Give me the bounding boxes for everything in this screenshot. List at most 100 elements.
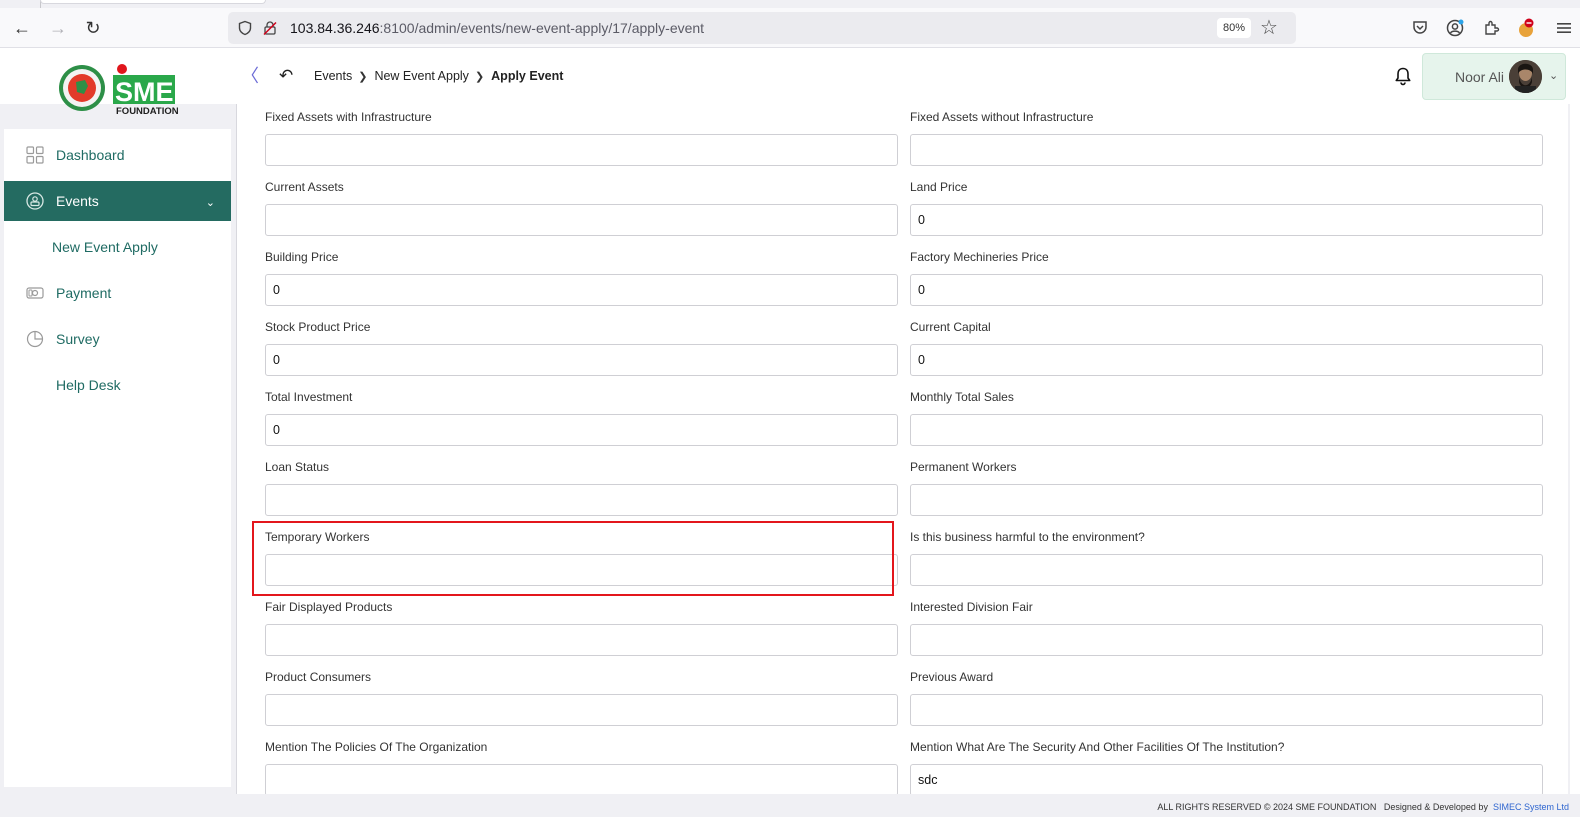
main-content: Fixed Assets with Infrastructure Fixed As… [236,104,1568,794]
footer: ALL RIGHTS RESERVED © 2024 SME FOUNDATIO… [0,794,1580,817]
bookmark-star-icon[interactable]: ☆ [1260,17,1278,39]
zoom-level-badge[interactable]: 80% [1217,18,1252,38]
field-input[interactable] [910,484,1543,516]
reload-icon[interactable]: ↻ [80,16,106,40]
field-input[interactable] [265,624,898,656]
field-input[interactable] [910,764,1543,794]
field-label: Current Capital [910,320,991,334]
sidebar-item-dashboard[interactable]: Dashboard [4,135,231,175]
form-field: Land Price [910,180,1543,236]
sidebar-item-label: Help Desk [56,377,121,393]
field-label: Current Assets [265,180,344,194]
form-field: Factory Mechineries Price [910,250,1543,306]
logo-text: SME [115,77,174,107]
shield-icon[interactable] [237,20,253,36]
grid-icon [26,146,44,164]
sidebar-collapse-icon[interactable]: 〈 [241,67,259,85]
field-input[interactable] [910,694,1543,726]
footer-text: ALL RIGHTS RESERVED © 2024 SME FOUNDATIO… [1157,802,1569,812]
field-label: Fixed Assets without Infrastructure [910,110,1094,124]
field-input[interactable] [910,554,1543,586]
pocket-icon[interactable] [1408,16,1432,40]
field-label: Mention What Are The Security And Other … [910,740,1285,754]
field-label: Temporary Workers [265,530,370,544]
field-label: Total Investment [265,390,353,404]
breadcrumb: Events ❯ New Event Apply ❯ Apply Event [314,69,563,83]
field-input[interactable] [910,624,1543,656]
form-field: Interested Division Fair [910,600,1543,656]
form-field: Current Capital [910,320,1543,376]
form-field: Is this business harmful to the environm… [910,530,1543,586]
field-input[interactable] [910,204,1543,236]
notification-bell-icon[interactable] [1393,66,1413,86]
user-name: Noor Ali [1455,69,1505,85]
extension-badge-icon[interactable] [1514,16,1538,40]
chevron-down-icon: ⌄ [205,197,215,209]
sidebar-item-survey[interactable]: Survey [4,319,231,359]
payment-icon [26,287,44,299]
url-path: :8100/admin/events/new-event-apply/17/ap… [379,20,705,36]
sidebar-item-payment[interactable]: Payment [4,273,231,313]
scrollbar[interactable] [1570,104,1580,794]
field-label: Permanent Workers [910,460,1017,474]
back-arrow-icon[interactable]: ← [9,16,35,40]
field-label: Fixed Assets with Infrastructure [265,110,432,124]
field-label: Is this business harmful to the environm… [910,530,1145,544]
breadcrumb-new-event-apply[interactable]: New Event Apply [374,69,469,83]
user-menu[interactable]: Noor Ali ⌄ [1422,53,1566,100]
field-label: Stock Product Price [265,320,371,334]
field-input[interactable] [265,274,898,306]
field-label: Building Price [265,250,339,264]
field-input[interactable] [910,274,1543,306]
sidebar-item-new-event-apply[interactable]: New Event Apply [4,227,231,267]
sidebar-item-label: Events [56,193,99,209]
form-field: Building Price [265,250,898,306]
url-text[interactable]: 103.84.36.246:8100/admin/events/new-even… [290,20,704,36]
field-input[interactable] [910,414,1543,446]
tab-strip [0,0,1580,8]
url-bar[interactable]: 103.84.36.246:8100/admin/events/new-even… [228,12,1296,44]
field-input[interactable] [910,134,1543,166]
form-field: Loan Status [265,460,898,516]
extensions-icon[interactable] [1479,16,1503,40]
active-tab[interactable] [40,0,266,4]
account-icon[interactable] [1443,16,1467,40]
form-field: Previous Award [910,670,1543,726]
footer-developer-link[interactable]: SIMEC System Ltd [1493,802,1569,812]
form-field: Fixed Assets without Infrastructure [910,110,1543,166]
sidebar: Dashboard Events ⌄ New Event Apply Payme… [4,129,231,787]
field-input[interactable] [265,484,898,516]
sme-foundation-logo[interactable]: SME FOUNDATION [58,64,180,116]
field-input[interactable] [265,694,898,726]
app-header: SME FOUNDATION [0,48,1580,116]
footer-designed-by: Designed & Developed by [1383,802,1488,812]
sidebar-item-help-desk[interactable]: Help Desk [4,365,231,405]
field-input[interactable] [265,204,898,236]
field-label: Product Consumers [265,670,372,684]
field-label: Previous Award [910,670,994,684]
form-field: Fair Displayed Products [265,600,898,656]
field-input[interactable] [265,414,898,446]
menu-hamburger-icon[interactable] [1552,16,1576,40]
form-field: Temporary Workers [265,530,898,586]
form-field: Current Assets [265,180,898,236]
field-label: Mention The Policies Of The Organization [265,740,488,754]
sidebar-item-label: Payment [56,285,112,301]
pie-chart-icon [26,330,44,348]
field-input[interactable] [265,554,898,586]
breadcrumb-apply-event: Apply Event [491,69,564,83]
forward-arrow-icon[interactable]: → [45,16,71,40]
field-label: Factory Mechineries Price [910,250,1049,264]
insecure-lock-icon[interactable] [262,20,278,36]
sidebar-item-events[interactable]: Events ⌄ [4,181,231,221]
form-field: Permanent Workers [910,460,1543,516]
field-input[interactable] [265,134,898,166]
field-input[interactable] [910,344,1543,376]
form-field: Monthly Total Sales [910,390,1543,446]
logo-subtext: FOUNDATION [116,106,179,116]
page-back-icon[interactable]: ↶ [279,66,293,86]
breadcrumb-events[interactable]: Events [314,69,352,83]
field-input[interactable] [265,764,898,794]
field-input[interactable] [265,344,898,376]
form-field: Mention The Policies Of The Organization [265,740,898,794]
